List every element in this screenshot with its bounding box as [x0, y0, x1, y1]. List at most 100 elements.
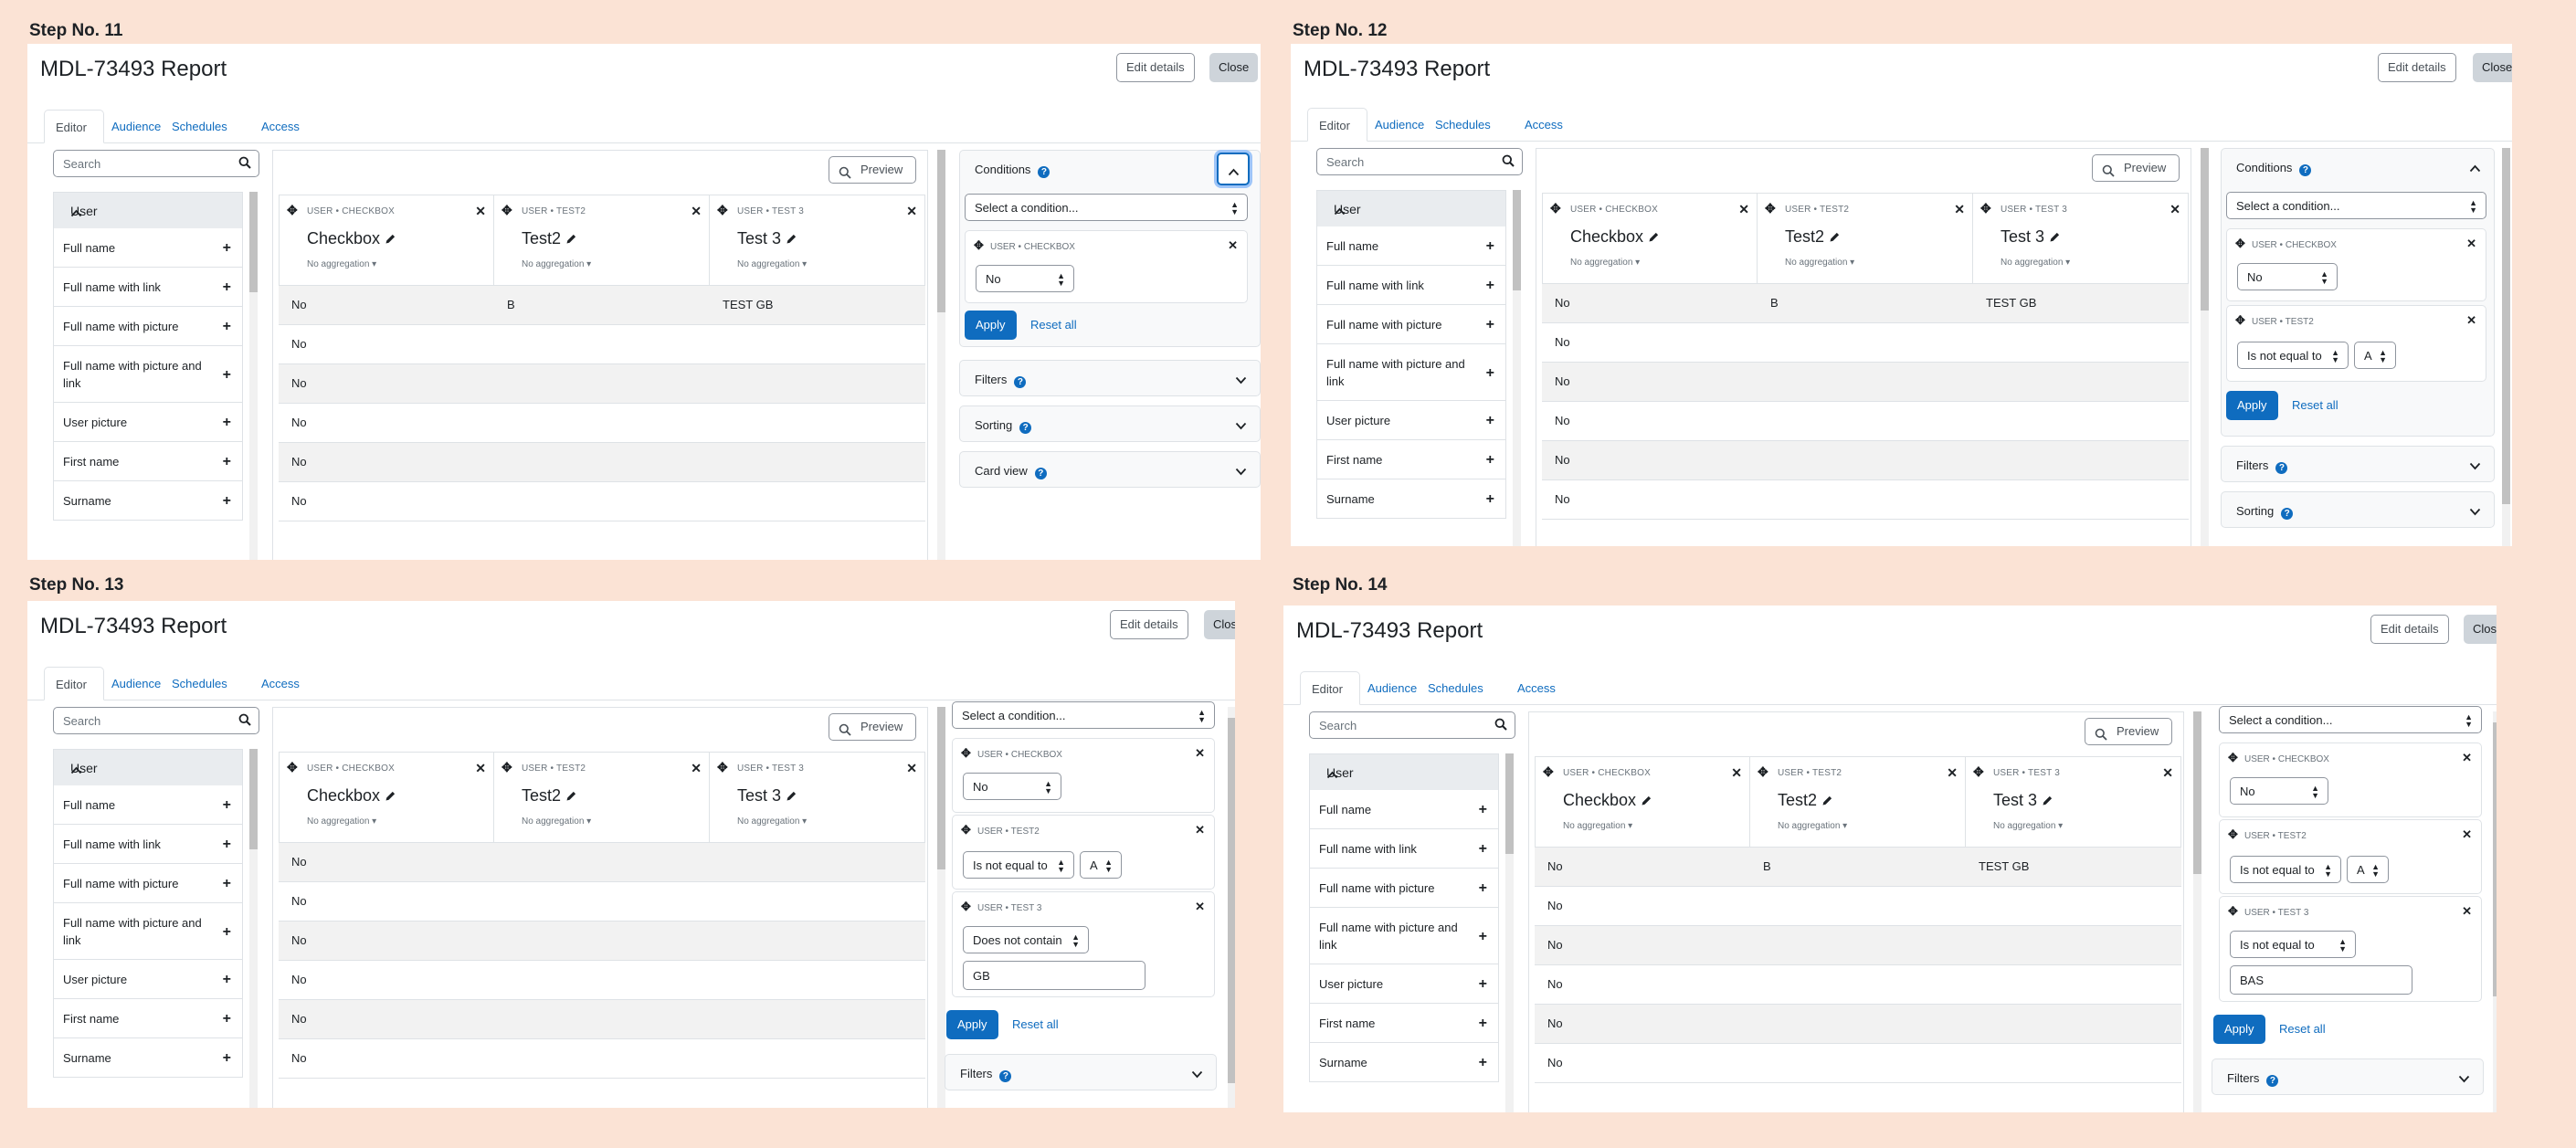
column-name[interactable]: Test 3: [737, 229, 797, 248]
sidebar-scrollbar[interactable]: [1513, 190, 1521, 290]
sidebar-field-item[interactable]: Full name with picture +: [53, 307, 243, 346]
add-icon[interactable]: +: [223, 415, 231, 431]
report-column-header[interactable]: ✥ USER • TEST2 ✕ Test2 No aggregation ▾: [1750, 756, 1966, 848]
add-icon[interactable]: +: [1479, 929, 1487, 945]
sidebar-group-user[interactable]: User: [1309, 753, 1499, 790]
add-icon[interactable]: +: [223, 240, 231, 257]
tab-schedules[interactable]: Schedules: [161, 110, 238, 143]
report-column-header[interactable]: ✥ USER • TEST 3 ✕ Test 3 No aggregation …: [710, 752, 925, 843]
filters-card[interactable]: Filters?: [959, 360, 1261, 396]
edit-pencil-icon[interactable]: [561, 786, 577, 805]
add-icon[interactable]: +: [223, 1050, 231, 1067]
test3-operator-select[interactable]: Is not equal to ▲ ▼: [2230, 931, 2356, 958]
remove-column-icon[interactable]: ✕: [1954, 202, 1965, 217]
aggregation-dropdown[interactable]: No aggregation ▾: [1570, 258, 1640, 268]
test3-value-input[interactable]: GB: [963, 961, 1145, 990]
help-icon[interactable]: ?: [2299, 164, 2312, 176]
move-icon[interactable]: ✥: [1550, 201, 1561, 216]
sidebar-field-item[interactable]: Surname +: [53, 481, 243, 521]
help-icon[interactable]: ?: [999, 1070, 1012, 1082]
close-button[interactable]: Close: [1204, 610, 1235, 639]
reset-all-link[interactable]: Reset all: [2279, 1022, 2326, 1036]
column-name[interactable]: Checkbox: [1570, 227, 1660, 247]
report-column-header[interactable]: ✥ USER • TEST2 ✕ Test2 No aggregation ▾: [494, 195, 710, 286]
sidebar-field-item[interactable]: Full name with picture +: [1316, 305, 1506, 344]
sidebar-field-item[interactable]: Full name with picture and link +: [53, 346, 243, 403]
test2-value-select[interactable]: A ▲ ▼: [2354, 342, 2396, 369]
checkbox-value-select[interactable]: No ▲ ▼: [2230, 777, 2328, 805]
remove-condition-icon[interactable]: ✕: [1195, 900, 1205, 914]
collapse-conditions-button[interactable]: [1217, 153, 1250, 185]
add-icon[interactable]: +: [223, 279, 231, 296]
edit-pencil-icon[interactable]: [1824, 227, 1841, 246]
column-name[interactable]: Test2: [522, 786, 577, 806]
add-icon[interactable]: +: [1486, 317, 1494, 333]
sidebar-field-item[interactable]: Full name with link +: [53, 825, 243, 864]
tab-access[interactable]: Access: [1514, 108, 1574, 142]
add-icon[interactable]: +: [223, 319, 231, 335]
column-name[interactable]: Test 3: [2001, 227, 2061, 247]
tab-editor[interactable]: Editor: [1307, 108, 1367, 142]
tab-access[interactable]: Access: [250, 667, 311, 700]
report-column-header[interactable]: ✥ USER • TEST 3 ✕ Test 3 No aggregation …: [1973, 193, 2189, 284]
sidebar-field-item[interactable]: User picture +: [1316, 401, 1506, 440]
remove-column-icon[interactable]: ✕: [475, 204, 486, 219]
edit-details-button[interactable]: Edit details: [2378, 53, 2456, 82]
remove-column-icon[interactable]: ✕: [691, 761, 702, 776]
edit-pencil-icon[interactable]: [781, 229, 797, 248]
aggregation-dropdown[interactable]: No aggregation ▾: [2001, 258, 2070, 268]
sidebar-scrollbar[interactable]: [1505, 753, 1514, 854]
settings-scrollbar[interactable]: [1228, 718, 1235, 1083]
help-icon[interactable]: ?: [2281, 508, 2294, 520]
move-icon[interactable]: ✥: [287, 760, 298, 775]
tab-schedules[interactable]: Schedules: [1417, 671, 1494, 705]
add-icon[interactable]: +: [1479, 841, 1487, 858]
edit-pencil-icon[interactable]: [561, 229, 577, 248]
move-icon[interactable]: ✥: [961, 746, 971, 761]
chevron-down-icon[interactable]: [1191, 1068, 1203, 1081]
help-icon[interactable]: ?: [2275, 462, 2288, 474]
column-name[interactable]: Test 3: [1993, 791, 2053, 810]
edit-pencil-icon[interactable]: [2044, 227, 2061, 246]
aggregation-dropdown[interactable]: No aggregation ▾: [1778, 821, 1847, 831]
remove-condition-icon[interactable]: ✕: [1195, 823, 1205, 837]
remove-column-icon[interactable]: ✕: [1731, 765, 1742, 781]
column-name[interactable]: Test2: [1785, 227, 1841, 247]
test2-operator-select[interactable]: Is not equal to ▲ ▼: [2230, 856, 2341, 883]
apply-button[interactable]: Apply: [2226, 391, 2278, 420]
sidebar-search-input[interactable]: Search: [1316, 148, 1523, 175]
report-column-header[interactable]: ✥ USER • CHECKBOX ✕ Checkbox No aggregat…: [1542, 193, 1758, 284]
add-icon[interactable]: +: [1479, 1016, 1487, 1032]
sidebar-field-item[interactable]: Full name with picture and link +: [1309, 908, 1499, 964]
checkbox-value-select[interactable]: No ▲ ▼: [2237, 263, 2338, 290]
edit-details-button[interactable]: Edit details: [1116, 53, 1195, 82]
remove-condition-icon[interactable]: ✕: [2466, 313, 2476, 328]
sidebar-group-user[interactable]: User: [53, 192, 243, 228]
sidebar-field-item[interactable]: Full name with picture and link +: [53, 903, 243, 960]
move-icon[interactable]: ✥: [2235, 313, 2245, 328]
sidebar-field-item[interactable]: First name +: [53, 999, 243, 1038]
move-icon[interactable]: ✥: [501, 203, 512, 218]
chevron-down-icon[interactable]: [2469, 459, 2481, 473]
remove-column-icon[interactable]: ✕: [906, 761, 917, 776]
card-view-card[interactable]: Card view?: [959, 451, 1261, 488]
remove-column-icon[interactable]: ✕: [1947, 765, 1958, 781]
aggregation-dropdown[interactable]: No aggregation ▾: [1785, 258, 1854, 268]
close-button[interactable]: Close: [2473, 53, 2512, 82]
report-column-header[interactable]: ✥ USER • TEST2 ✕ Test2 No aggregation ▾: [494, 752, 710, 843]
sidebar-field-item[interactable]: First name +: [1309, 1004, 1499, 1043]
chevron-down-icon[interactable]: [1235, 419, 1247, 433]
move-icon[interactable]: ✥: [1973, 764, 1984, 780]
preview-button[interactable]: Preview: [2085, 718, 2172, 745]
remove-column-icon[interactable]: ✕: [906, 204, 917, 219]
tab-access[interactable]: Access: [250, 110, 311, 143]
chevron-up-icon[interactable]: [70, 763, 229, 777]
sidebar-field-item[interactable]: Surname +: [1316, 479, 1506, 519]
aggregation-dropdown[interactable]: No aggregation ▾: [1993, 821, 2063, 831]
report-column-header[interactable]: ✥ USER • TEST 3 ✕ Test 3 No aggregation …: [1966, 756, 2181, 848]
remove-column-icon[interactable]: ✕: [1738, 202, 1749, 217]
aggregation-dropdown[interactable]: No aggregation ▾: [1563, 821, 1632, 831]
move-icon[interactable]: ✥: [2228, 827, 2238, 842]
remove-condition-icon[interactable]: ✕: [1228, 238, 1238, 253]
column-name[interactable]: Test2: [522, 229, 577, 248]
